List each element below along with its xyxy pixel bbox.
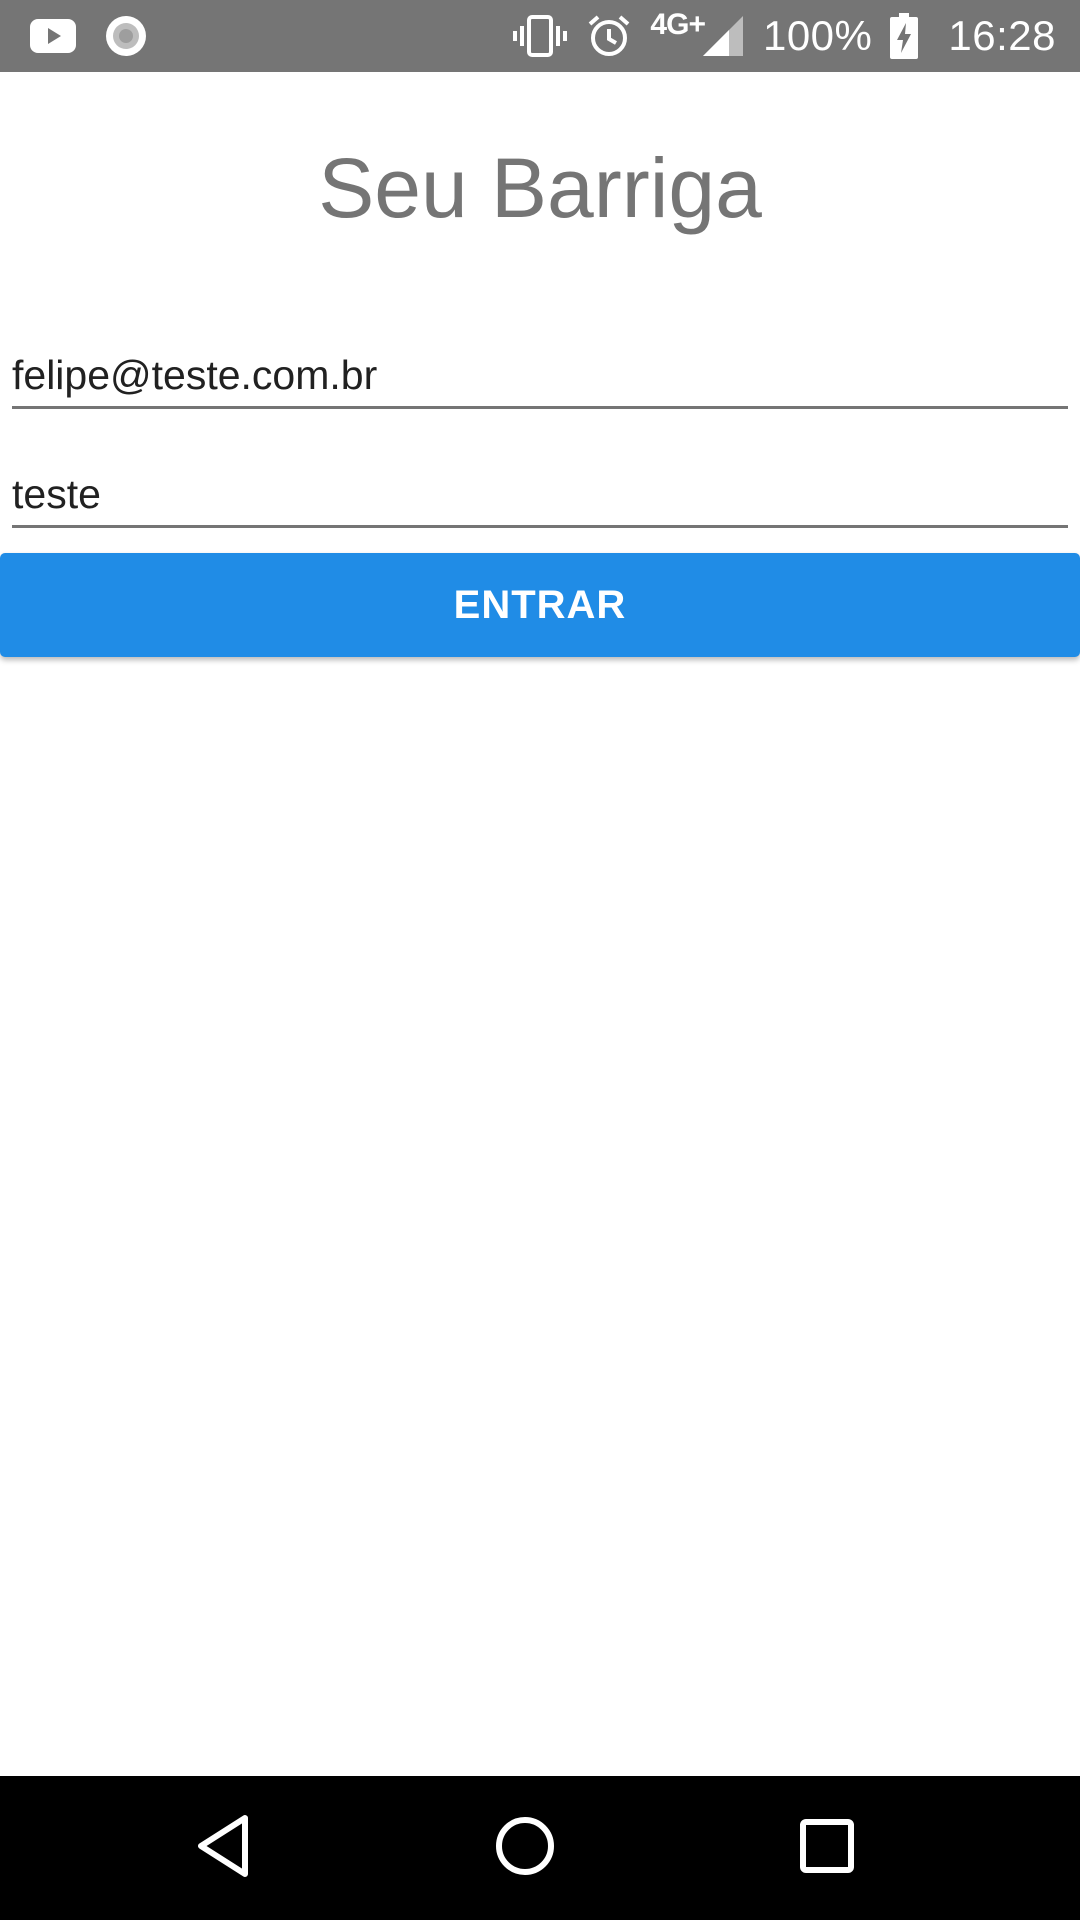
login-button[interactable]: ENTRAR [0,553,1080,657]
back-button[interactable] [155,1776,295,1920]
back-icon [195,1814,255,1883]
password-field-container [12,463,1068,528]
battery-percent: 100% [762,12,873,59]
status-bar-left [30,0,148,72]
record-icon [104,14,148,58]
vibrate-icon [512,14,568,58]
home-button[interactable] [455,1776,595,1920]
status-bar-right: 4G+ 100% 16:28 [512,0,1056,72]
email-field-container [12,344,1068,409]
email-input[interactable] [12,344,1068,406]
youtube-icon [30,19,76,53]
battery-charging-icon [890,13,919,59]
signal-icon [701,14,745,58]
recents-icon [798,1817,856,1880]
password-input[interactable] [12,463,1068,525]
alarm-icon [586,13,632,59]
network-type-label: 4G+ [650,8,706,41]
recents-button[interactable] [757,1776,897,1920]
login-screen: 4G+ 100% 16:28 Seu Barriga felipe@teste.… [0,0,1080,1920]
app-title: Seu Barriga [318,141,762,235]
status-bar: 4G+ 100% 16:28 [0,0,1080,72]
clock: 16:28 [948,12,1056,59]
navigation-bar [0,1776,1080,1920]
home-icon [494,1815,556,1882]
